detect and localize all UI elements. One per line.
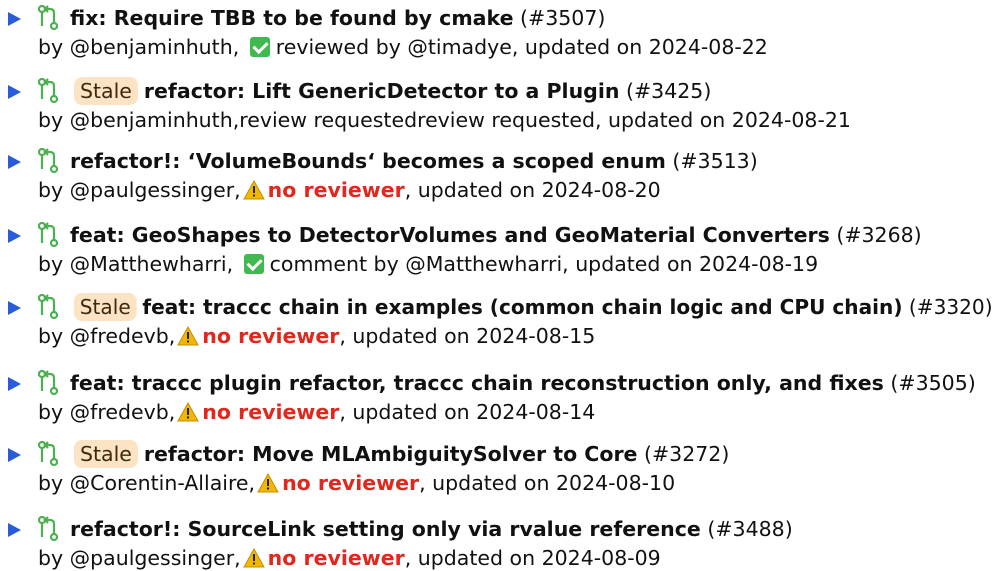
pr-author: by @Matthewharri, — [38, 252, 240, 276]
pr-number[interactable]: (#3268) — [836, 223, 921, 247]
pr-status-text: reviewed by @timadye, updated on 2024-08… — [275, 35, 768, 59]
pr-item[interactable]: refactor!: ‘VolumeBounds‘ becomes a scop… — [0, 147, 997, 211]
pr-list: fix: Require TBB to be found by cmake (#… — [0, 0, 997, 571]
pr-number[interactable]: (#3425) — [626, 79, 711, 103]
check-box-icon — [243, 254, 264, 274]
no-reviewer-label: no reviewer — [282, 471, 420, 495]
pull-request-icon — [37, 369, 59, 396]
pull-request-icon — [37, 77, 59, 104]
pr-number[interactable]: (#3488) — [707, 517, 792, 541]
stale-badge: Stale — [74, 440, 138, 468]
pr-meta: by @Corentin-Allaire, no reviewer, update… — [38, 469, 675, 497]
pr-meta: by @Matthewharri, comment by @Matthewhar… — [38, 250, 818, 278]
warning-icon — [177, 402, 200, 422]
no-reviewer-label: no reviewer — [267, 178, 405, 202]
pr-author: by @benjaminhuth,review requestedreview … — [38, 108, 851, 132]
pull-request-icon — [37, 221, 59, 248]
pr-meta: by @benjaminhuth,review requestedreview … — [38, 106, 851, 134]
caret-right-icon[interactable] — [8, 12, 21, 26]
pr-meta: by @paulgessinger, no reviewer, updated o… — [38, 176, 661, 204]
pr-item[interactable]: feat: GeoShapes to DetectorVolumes and G… — [0, 221, 997, 285]
pr-status-text: comment by @Matthewharri, updated on 202… — [269, 252, 819, 276]
caret-right-icon[interactable] — [8, 85, 21, 99]
pr-title[interactable]: fix: Require TBB to be found by cmake — [70, 6, 514, 30]
pr-status-text: , updated on 2024-08-14 — [339, 400, 596, 424]
caret-right-icon[interactable] — [8, 523, 21, 537]
pr-author: by @fredevb, — [38, 400, 176, 424]
stale-badge: Stale — [74, 77, 138, 105]
pr-meta: by @fredevb, no reviewer, updated on 2024… — [38, 322, 595, 350]
pr-item[interactable]: Stale feat: traccc chain in examples (com… — [0, 293, 997, 357]
no-reviewer-label: no reviewer — [202, 324, 340, 348]
pull-request-icon — [37, 147, 59, 174]
pr-status-text: , updated on 2024-08-10 — [419, 471, 676, 495]
caret-right-icon[interactable] — [8, 377, 21, 391]
pr-number[interactable]: (#3507) — [520, 6, 605, 30]
warning-icon — [257, 473, 279, 493]
pr-author: by @Corentin-Allaire, — [38, 471, 256, 495]
pull-request-icon — [37, 440, 59, 467]
pr-status-text: , updated on 2024-08-09 — [404, 546, 661, 570]
pr-title[interactable]: refactor!: ‘VolumeBounds‘ becomes a scop… — [70, 149, 666, 173]
no-reviewer-label: no reviewer — [267, 546, 405, 570]
pr-status-text: , updated on 2024-08-15 — [339, 324, 596, 348]
pr-number[interactable]: (#3505) — [890, 371, 975, 395]
pr-meta: by @fredevb, no reviewer, updated on 2024… — [38, 398, 595, 426]
pr-number[interactable]: (#3513) — [672, 149, 757, 173]
warning-icon — [242, 548, 265, 568]
pr-author: by @paulgessinger, — [38, 546, 241, 570]
warning-icon — [177, 326, 200, 346]
pr-meta: by @paulgessinger, no reviewer, updated o… — [38, 544, 661, 571]
caret-right-icon[interactable] — [8, 155, 21, 169]
check-box-icon — [249, 37, 270, 57]
pr-title[interactable]: feat: GeoShapes to DetectorVolumes and G… — [70, 223, 830, 247]
pr-item[interactable]: refactor!: SourceLink setting only via r… — [0, 515, 997, 571]
pull-request-icon — [37, 293, 59, 320]
pr-author: by @fredevb, — [38, 324, 176, 348]
pr-item[interactable]: fix: Require TBB to be found by cmake (#… — [0, 4, 997, 68]
pr-title[interactable]: refactor: Move MLAmbiguitySolver to Core — [144, 442, 638, 466]
warning-icon — [242, 180, 265, 200]
pr-status-text: , updated on 2024-08-20 — [404, 178, 661, 202]
pull-request-icon — [37, 4, 59, 31]
caret-right-icon[interactable] — [8, 448, 21, 462]
pr-item[interactable]: Stale refactor: Lift GenericDetector to a… — [0, 77, 997, 141]
caret-right-icon[interactable] — [8, 301, 21, 315]
pr-item[interactable]: Stale refactor: Move MLAmbiguitySolver to… — [0, 440, 997, 504]
pr-number[interactable]: (#3320) — [909, 295, 993, 319]
pull-request-icon — [37, 515, 59, 542]
pr-title[interactable]: refactor!: SourceLink setting only via r… — [70, 517, 701, 541]
caret-right-icon[interactable] — [8, 229, 21, 243]
pr-meta: by @benjaminhuth, reviewed by @timadye, … — [38, 33, 768, 61]
stale-badge: Stale — [73, 293, 137, 321]
pr-title[interactable]: refactor: Lift GenericDetector to a Plug… — [144, 79, 620, 103]
pr-number[interactable]: (#3272) — [644, 442, 729, 466]
pr-item[interactable]: feat: traccc plugin refactor, traccc cha… — [0, 369, 997, 433]
pr-author: by @paulgessinger, — [38, 178, 241, 202]
pr-author: by @benjaminhuth, — [38, 35, 246, 59]
pr-title[interactable]: feat: traccc chain in examples (common c… — [142, 295, 902, 319]
pr-title[interactable]: feat: traccc plugin refactor, traccc cha… — [70, 371, 884, 395]
no-reviewer-label: no reviewer — [202, 400, 340, 424]
